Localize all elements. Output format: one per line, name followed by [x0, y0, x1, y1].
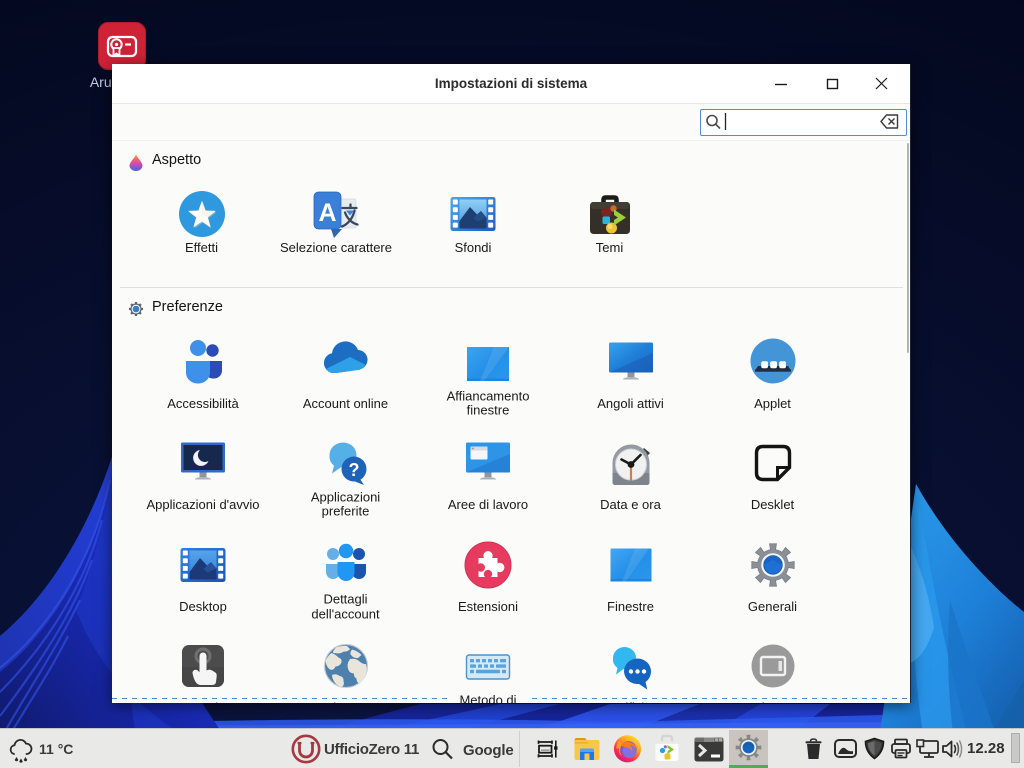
svg-text:?: ?: [348, 460, 359, 480]
svg-text:A: A: [318, 199, 336, 227]
